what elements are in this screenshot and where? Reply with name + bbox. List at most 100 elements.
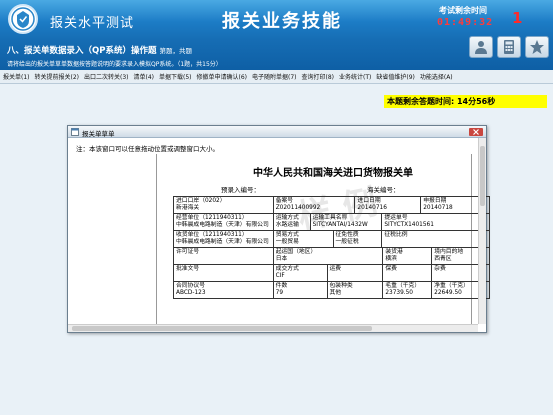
menu-item[interactable]: 业务统计(T): [339, 72, 371, 81]
form-field-value: 一般贸易: [275, 239, 299, 245]
form-field-value: [330, 273, 381, 280]
draft-declaration-window[interactable]: 报关单草单 注：本该窗口可以任意拖动位置或调整窗口大小。 样 例 中华人民共和国…: [67, 125, 491, 333]
menu-item[interactable]: 查询打印(8): [302, 72, 335, 81]
horizontal-scroll-thumb[interactable]: [72, 326, 372, 331]
window-title: 报关单草单: [82, 130, 115, 138]
form-field: 贸易方式 一般贸易: [274, 231, 334, 247]
menu-item[interactable]: 报关单(1): [3, 72, 30, 81]
menu-item[interactable]: 修撤单申请确认(6): [197, 72, 248, 81]
menu-item[interactable]: 转关提前报关(2): [35, 72, 80, 81]
section-instruction: 请将给出的报关单草单数据按答题说明的要求录入模拟QP系统。（1题，共15分）: [7, 61, 222, 68]
form-field-label: 成交方式: [275, 266, 299, 272]
form-field-label: 进口日期: [357, 198, 381, 204]
form-field: 合同协议号 ABCD-123: [174, 282, 274, 298]
window-close-button[interactable]: [469, 128, 483, 136]
calculator-button[interactable]: [497, 36, 521, 58]
star-icon: [530, 40, 544, 54]
form-field-value: SITCYANTAI/1432W: [312, 222, 368, 228]
form-field-label: 备案号: [275, 198, 294, 204]
logo: [8, 4, 38, 34]
form-field-value: CIF: [275, 273, 285, 279]
form-field-value: 一般征税: [335, 239, 359, 245]
form-field-label: 贸易方式: [275, 232, 299, 238]
menu-item[interactable]: 电子随附单据(7): [252, 72, 297, 81]
form-field: 征免性质 一般征税: [334, 231, 383, 247]
form-field: 征税比例: [382, 231, 491, 247]
form-field-value: 新港海关: [176, 205, 200, 211]
form-field: 备案号 Z02011400992: [274, 197, 356, 213]
form-field-label: 起运国（地区）: [275, 249, 317, 255]
section-title: 八、报关单数据录入（QP系统）操作题 第题，共题: [7, 44, 192, 56]
window-note: 注：本该窗口可以任意拖动位置或调整窗口大小。: [76, 145, 219, 153]
vertical-scrollbar[interactable]: [478, 138, 486, 324]
document-title: 中华人民共和国海关进口货物报关单: [253, 168, 413, 179]
form-field-label: 许可证号: [176, 249, 200, 255]
form-field: 保费: [383, 265, 433, 281]
form-field-value: 其他: [329, 290, 342, 296]
form-field: 运费: [328, 265, 384, 281]
form-row: 收货单位（1211940311） 中韩晨成电路制造（天津）有限公司 贸易方式 一般贸易…: [174, 231, 491, 248]
form-field-label: 收货单位（1211940311）: [176, 232, 248, 238]
pre-entry-number-label: 预录入编号：: [221, 186, 260, 194]
form-field-value: SITYCTX1401561: [384, 222, 434, 228]
form-row: 进口口岸（0202） 新港海关 备案号 Z02011400992 进口日期 2014071…: [174, 197, 490, 214]
menu-item[interactable]: 出口二次转关(3): [84, 72, 129, 81]
customs-number-label: 海关编号：: [367, 186, 400, 194]
form-field-label: 保费: [385, 266, 397, 272]
window-titlebar[interactable]: 报关单草单: [68, 126, 486, 138]
form-field-label: 运输方式: [275, 215, 299, 221]
form-field-label: 运输工具名称: [312, 215, 348, 221]
form-field-label: 征税比例: [384, 232, 408, 238]
form-field-value: 中韩晨成电路制造（天津）有限公司: [176, 239, 269, 245]
form-field-label: 毛重（千克）: [385, 283, 421, 289]
emblem-icon: [11, 7, 35, 31]
form-field: 毛重（千克） 23739.50: [383, 282, 433, 298]
form-field-value: 23739.50: [385, 290, 413, 296]
vertical-scroll-thumb[interactable]: [480, 146, 485, 206]
question-number: 1: [512, 9, 523, 27]
form-row: 许可证号 起运国（地区） 日本 装货港 横滨 境内目的地 西青区: [174, 248, 491, 265]
exam-timer-value: 01:49:32: [437, 17, 494, 28]
menu-item[interactable]: 清单(4): [134, 72, 155, 81]
favorite-button[interactable]: [525, 36, 549, 58]
declaration-form: 进口口岸（0202） 新港海关 备案号 Z02011400992 进口日期 2014071…: [173, 196, 491, 299]
form-field: 收货单位（1211940311） 中韩晨成电路制造（天津）有限公司: [174, 231, 274, 247]
form-field-value: 20140716: [357, 205, 387, 211]
form-field-label: 装货港: [385, 249, 403, 255]
menu-item[interactable]: 功能选择(A): [420, 72, 453, 81]
close-icon: [473, 129, 479, 135]
horizontal-scrollbar[interactable]: [68, 324, 478, 332]
form-field-value: ABCD-123: [176, 290, 206, 296]
form-field: 进口日期 20140716: [355, 197, 422, 213]
menu-item[interactable]: 单据下载(5): [159, 72, 192, 81]
form-field-value: [385, 273, 429, 280]
form-field-label: 运费: [329, 266, 342, 272]
form-field-label: 包装种类: [329, 283, 353, 289]
form-field: 装货港 横滨: [383, 248, 433, 264]
form-field: 经营单位（1211940311） 中韩晨成电路制造（天津）有限公司: [174, 214, 274, 230]
form-row: 合同协议号 ABCD-123 件数 79 包装种类 其他 毛重（千克） 23739.50 净重（…: [174, 282, 490, 299]
form-field: 运输方式 水路运输: [274, 214, 311, 230]
window-icon: [71, 128, 79, 136]
exam-timer-label: 考试剩余时间: [439, 6, 487, 15]
header-bar: 报关水平测试 报关业务技能 考试剩余时间 01:49:32 1: [0, 0, 553, 40]
brand-name: 报关水平测试: [50, 16, 135, 31]
form-row: 批准文号 成交方式 CIF 运费 保费 杂费: [174, 265, 490, 282]
menu-item[interactable]: 缺省值维护(9): [376, 72, 415, 81]
form-field-label: 件数: [275, 283, 288, 289]
form-field-label: 征免性质: [335, 232, 359, 238]
form-field-value: 79: [275, 290, 284, 296]
form-field-value: [176, 273, 271, 280]
form-field: 批准文号: [174, 265, 274, 281]
user-icon: [475, 41, 487, 54]
form-field: 成交方式 CIF: [274, 265, 328, 281]
user-button[interactable]: [469, 36, 493, 58]
question-remaining-time: 本题剩余答题时间: 14分56秒: [384, 95, 547, 108]
form-field-label: 提运单号: [384, 215, 408, 221]
form-field-value: [176, 256, 271, 263]
form-field-label: 经营单位（1211940311）: [176, 215, 248, 221]
form-field: 起运国（地区） 日本: [274, 248, 384, 264]
declaration-document: 样 例 中华人民共和国海关进口货物报关单 预录入编号： 海关编号： 进口口岸（0…: [156, 154, 491, 332]
calculator-icon: [504, 40, 514, 54]
form-field: 件数 79: [274, 282, 328, 298]
